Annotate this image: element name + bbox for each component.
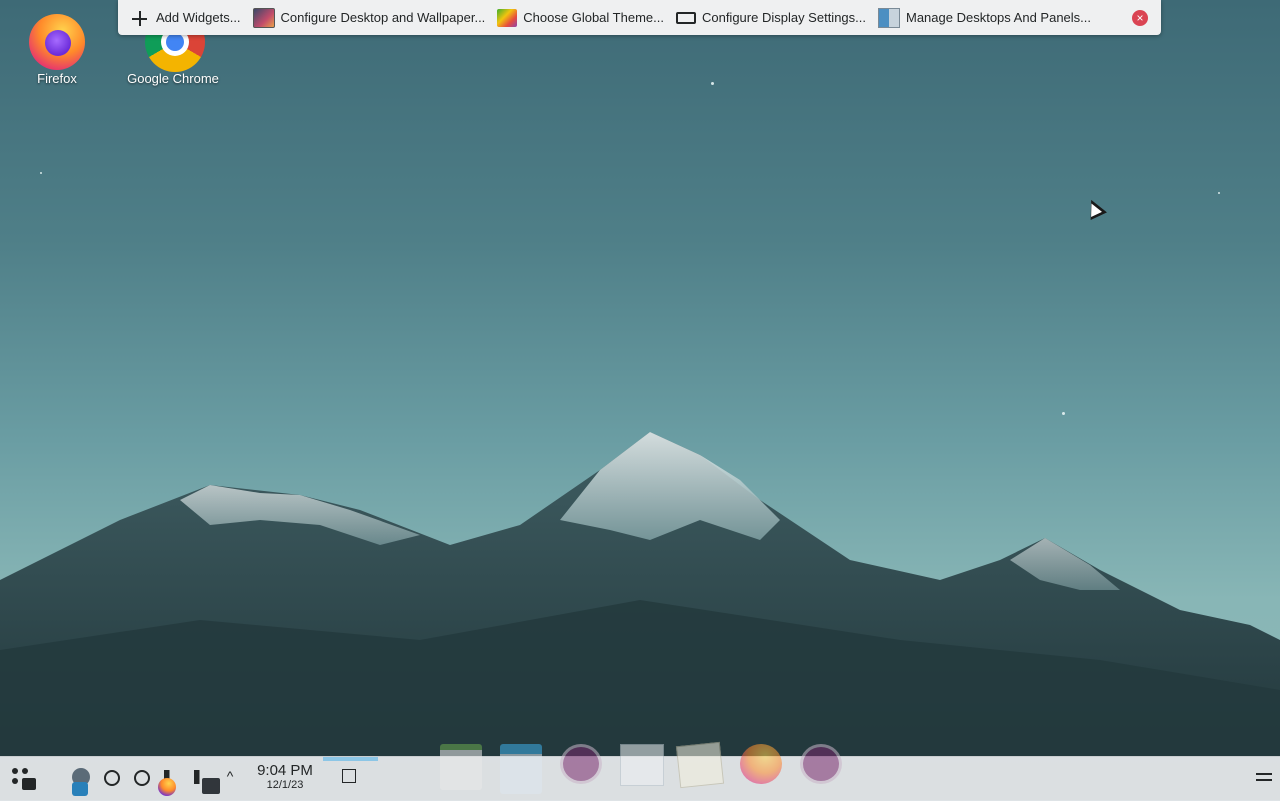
clock-date: 12/1/23 [266,779,304,791]
panel-settings-icon[interactable] [1256,770,1272,784]
star [711,82,714,85]
display-icon [675,11,696,24]
digital-clock[interactable]: 9:04 PM 12/1/23 [246,763,324,792]
configure-desktop-label: Configure Desktop and Wallpaper... [280,10,486,25]
star [1062,412,1065,415]
mountain-range [0,432,1280,800]
desktop-toolbox: Add Widgets... Configure Desktop and Wal… [118,0,1161,35]
media-player-icon[interactable] [800,744,842,784]
desktop-wallpaper [0,0,1280,800]
mail-icon[interactable] [500,744,542,794]
plus-icon [130,9,150,27]
image-viewer-icon[interactable] [675,741,725,789]
add-widgets-button[interactable]: Add Widgets... [124,3,247,33]
firefox-icon[interactable] [740,744,782,784]
firefox-tray-icon[interactable] [158,778,176,796]
display-settings-label: Configure Display Settings... [701,10,866,25]
desktop-icon-label: Firefox [37,71,77,86]
star [1218,192,1220,194]
global-theme-label: Choose Global Theme... [523,10,664,25]
manage-desktops-button[interactable]: Manage Desktops And Panels... [872,3,1097,33]
configure-desktop-button[interactable]: Configure Desktop and Wallpaper... [247,3,492,33]
global-theme-button[interactable]: Choose Global Theme... [491,3,670,33]
close-icon[interactable]: × [1132,9,1148,26]
wallpaper-icon [252,7,275,28]
files-icon[interactable] [440,744,482,790]
chevron-up-icon[interactable]: ^ [222,764,238,784]
desktop-icon-firefox[interactable]: Firefox [2,8,112,86]
star [40,172,42,174]
manage-desktops-label: Manage Desktops And Panels... [906,10,1092,25]
theme-icon [497,8,518,27]
media-player-icon[interactable] [560,744,602,784]
clock-time: 9:04 PM [257,762,313,779]
window-icon[interactable] [620,744,664,786]
panel-highlight [323,757,378,761]
tray-blue-icon[interactable] [72,782,88,796]
app-launcher-icon[interactable] [10,766,36,790]
desktops-icon [878,7,900,28]
updates-icon[interactable] [134,770,150,786]
display-settings-button[interactable]: Configure Display Settings... [670,3,872,33]
network-icon[interactable] [104,770,120,786]
show-desktop-button[interactable] [342,769,356,783]
add-widgets-label: Add Widgets... [156,10,241,25]
desktop-icon-label: Google Chrome [127,71,219,86]
firefox-icon [27,8,87,70]
terminal-icon[interactable] [202,778,220,794]
